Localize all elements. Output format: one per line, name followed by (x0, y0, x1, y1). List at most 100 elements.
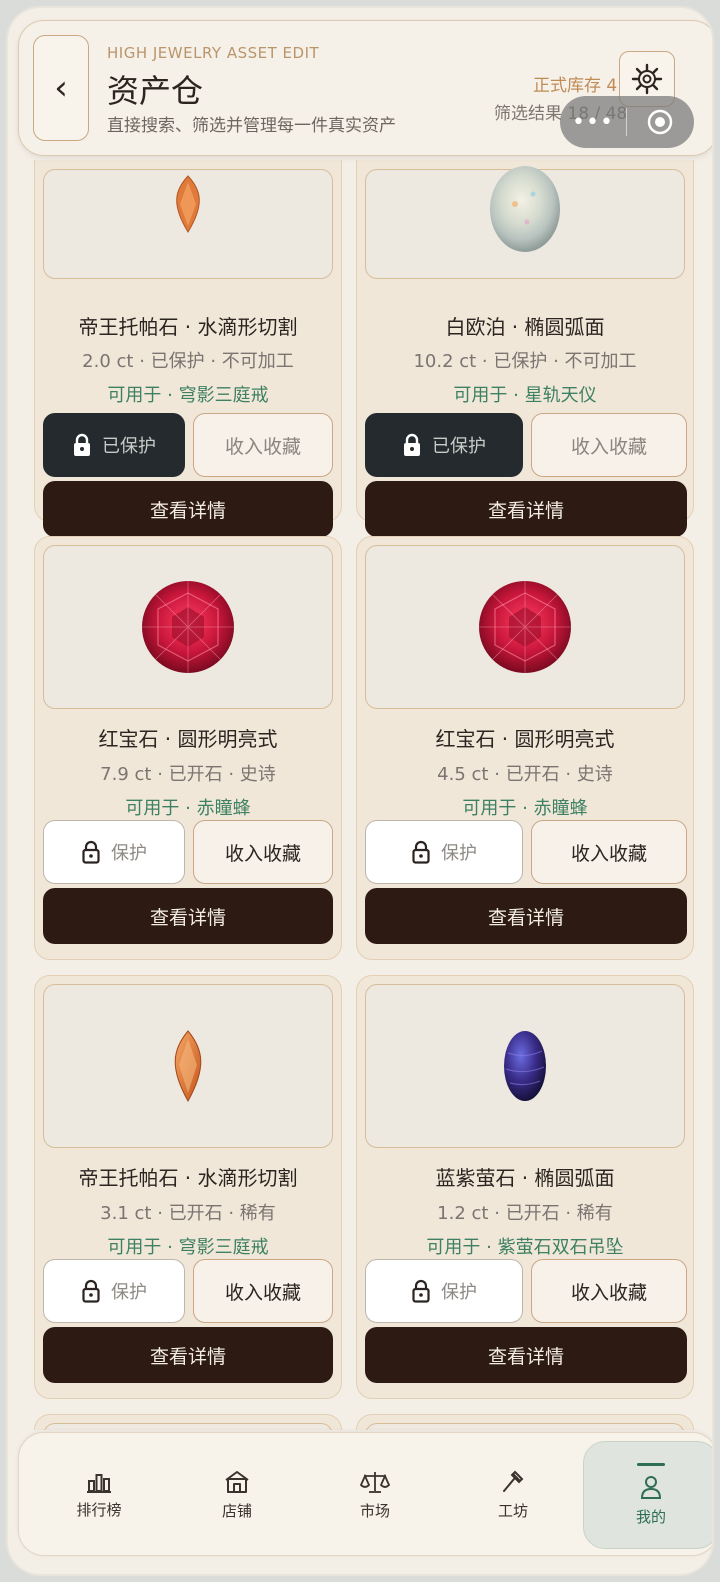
asset-card[interactable]: 蓝紫萤石 · 椭圆弧面 1.2 ct · 已开石 · 稀有 可用于 · 紫萤石双… (356, 975, 694, 1399)
asset-grid[interactable]: 帝王托帕石 · 水滴形切割 2.0 ct · 已保护 · 不可加工 可用于 · … (18, 160, 712, 1430)
stock-count: 正式库存 4 (533, 76, 618, 96)
collect-button[interactable]: 收入收藏 (193, 413, 333, 477)
protect-button[interactable]: 保护 (365, 820, 523, 884)
gem-image (43, 1423, 333, 1430)
asset-card[interactable]: 红宝石 · 圆形明亮式 7.9 ct · 已开石 · 史诗 可用于 · 赤瞳蜂 … (34, 536, 342, 960)
protect-label: 保护 (111, 843, 147, 864)
protect-label: 已保护 (432, 436, 486, 457)
gem-image (365, 545, 685, 709)
collect-button[interactable]: 收入收藏 (193, 820, 333, 884)
active-indicator (637, 1463, 665, 1466)
nav-label: 排行榜 (76, 1500, 122, 1519)
asset-card[interactable]: 帝王托帕石 · 水滴形切割 3.1 ct · 已开石 · 稀有 可用于 · 穹影… (34, 975, 342, 1399)
asset-card[interactable]: 白欧泊 · 椭圆弧面 10.2 ct · 已保护 · 不可加工 可用于 · 星轨… (356, 160, 694, 537)
protect-label: 保护 (111, 1282, 147, 1303)
protect-button[interactable]: 保护 (43, 820, 185, 884)
app-frame: ‹ HIGH JEWELRY ASSET EDIT 资产仓 直接搜索、筛选并管理… (6, 6, 714, 1576)
card-usage: 可用于 · 星轨天仪 (453, 385, 597, 406)
ruby-gem-icon (142, 581, 234, 673)
protect-label: 保护 (441, 1282, 477, 1303)
bottom-nav: 排行榜 店铺 市场 工坊 我的 (18, 1432, 712, 1557)
gear-icon (631, 63, 663, 95)
user-icon (640, 1476, 662, 1499)
nav-label: 我的 (635, 1508, 666, 1526)
bar-chart-icon (87, 1473, 111, 1493)
card-meta: 4.5 ct · 已开石 · 史诗 (437, 764, 613, 785)
card-meta: 7.9 ct · 已开石 · 史诗 (100, 764, 276, 785)
lock-icon (412, 1279, 430, 1303)
view-details-button[interactable]: 查看详情 (365, 888, 687, 944)
more-menu-button[interactable]: ••• (560, 110, 626, 135)
lock-icon (82, 840, 100, 864)
card-title: 白欧泊 · 椭圆弧面 (445, 315, 605, 339)
card-title: 帝王托帕石 · 水滴形切割 (78, 1166, 298, 1190)
nav-label: 市场 (359, 1501, 390, 1520)
protect-button[interactable]: 已保护 (43, 413, 185, 477)
card-meta: 1.2 ct · 已开石 · 稀有 (437, 1203, 613, 1224)
view-details-button[interactable]: 查看详情 (365, 481, 687, 537)
nav-item-me[interactable]: 我的 (583, 1441, 712, 1549)
gem-image (43, 169, 333, 279)
gem-image (365, 166, 685, 279)
protect-label: 已保护 (102, 436, 156, 457)
collect-button[interactable]: 收入收藏 (193, 1259, 333, 1323)
card-title: 红宝石 · 圆形明亮式 (435, 727, 615, 751)
topaz-gem-icon (174, 1030, 202, 1103)
collect-button[interactable]: 收入收藏 (531, 820, 687, 884)
protect-label: 保护 (441, 843, 477, 864)
back-button[interactable]: ‹ (33, 35, 89, 141)
view-details-button[interactable]: 查看详情 (43, 481, 333, 537)
asset-card[interactable]: 帝王托帕石 · 水滴形切割 2.0 ct · 已保护 · 不可加工 可用于 · … (34, 160, 342, 537)
store-icon (225, 1470, 249, 1493)
card-meta: 3.1 ct · 已开石 · 稀有 (100, 1203, 276, 1224)
nav-item-store[interactable]: 店铺 (177, 1433, 297, 1557)
close-program-button[interactable] (627, 107, 693, 137)
lock-icon (82, 1279, 100, 1303)
collect-button[interactable]: 收入收藏 (531, 1259, 687, 1323)
card-usage: 可用于 · 紫萤石双石吊坠 (426, 1237, 624, 1258)
view-details-button[interactable]: 查看详情 (43, 888, 333, 944)
nav-label: 工坊 (497, 1501, 528, 1520)
target-icon (647, 109, 673, 135)
topaz-gem-icon (176, 175, 200, 233)
card-usage: 可用于 · 赤瞳蜂 (462, 798, 588, 819)
gem-image (365, 1423, 685, 1430)
view-details-button[interactable]: 查看详情 (43, 1327, 333, 1383)
card-meta: 10.2 ct · 已保护 · 不可加工 (413, 351, 637, 372)
mini-program-capsule: ••• (560, 96, 694, 148)
protect-button[interactable]: 已保护 (365, 413, 523, 477)
asset-card[interactable] (34, 1414, 342, 1430)
asset-card[interactable]: 红宝石 · 圆形明亮式 4.5 ct · 已开石 · 史诗 可用于 · 赤瞳蜂 … (356, 536, 694, 960)
chevron-left-icon: ‹ (54, 68, 68, 108)
card-title: 蓝紫萤石 · 椭圆弧面 (435, 1166, 615, 1190)
gem-image (43, 545, 333, 709)
gem-image (365, 984, 685, 1148)
gem-image (43, 984, 333, 1148)
card-meta: 2.0 ct · 已保护 · 不可加工 (82, 351, 294, 372)
card-title: 帝王托帕石 · 水滴形切割 (78, 315, 298, 339)
header-eyebrow: HIGH JEWELRY ASSET EDIT (107, 44, 320, 62)
scale-icon (360, 1471, 390, 1493)
page-subtitle: 直接搜索、筛选并管理每一件真实资产 (107, 116, 396, 136)
view-details-button[interactable]: 查看详情 (365, 1327, 687, 1383)
card-usage: 可用于 · 赤瞳蜂 (125, 798, 251, 819)
lock-icon (412, 840, 430, 864)
hammer-icon (503, 1470, 524, 1492)
card-usage: 可用于 · 穹影三庭戒 (107, 1237, 269, 1258)
card-title: 红宝石 · 圆形明亮式 (98, 727, 278, 751)
asset-card[interactable] (356, 1414, 694, 1430)
ruby-gem-icon (479, 581, 571, 673)
nav-label: 店铺 (221, 1501, 252, 1520)
fluorite-gem-icon (504, 1031, 546, 1101)
nav-item-market[interactable]: 市场 (315, 1433, 435, 1557)
nav-item-workshop[interactable]: 工坊 (453, 1433, 573, 1557)
opal-gem-icon (490, 166, 560, 252)
collect-button[interactable]: 收入收藏 (531, 413, 687, 477)
page-title: 资产仓 (107, 72, 204, 110)
lock-icon (74, 433, 90, 456)
protect-button[interactable]: 保护 (365, 1259, 523, 1323)
lock-icon (404, 433, 420, 456)
nav-item-ranking[interactable]: 排行榜 (39, 1433, 159, 1557)
protect-button[interactable]: 保护 (43, 1259, 185, 1323)
card-usage: 可用于 · 穹影三庭戒 (107, 385, 269, 406)
